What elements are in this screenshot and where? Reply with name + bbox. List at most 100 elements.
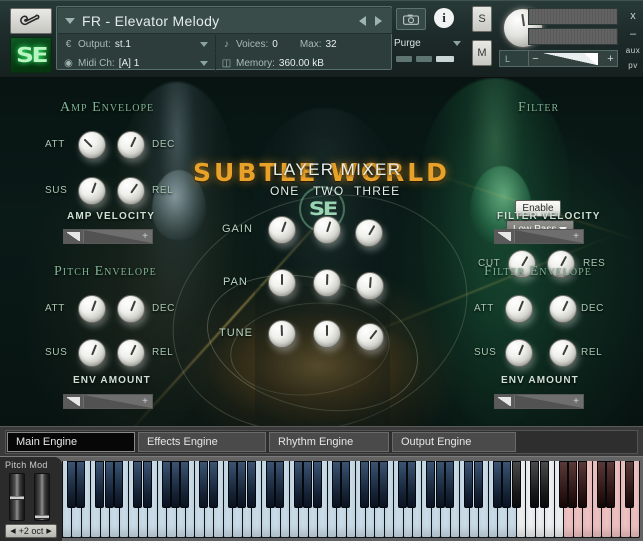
filter-velocity-track[interactable]: + [515,230,583,243]
amp-velocity-slider[interactable]: + [63,229,153,244]
mute-button[interactable]: M [472,40,492,66]
pitch-env-amount-slider[interactable]: + [63,394,153,409]
pitch-wheel[interactable] [9,473,25,521]
filter-velocity-slider[interactable]: + [494,229,584,244]
piano-black-key[interactable] [199,461,209,508]
piano-black-key[interactable] [539,461,549,508]
piano-black-key[interactable] [265,461,275,508]
instrument-name-row[interactable]: FR - Elevator Melody [58,8,392,34]
piano-black-key[interactable] [473,461,483,508]
piano-black-key[interactable] [445,461,455,508]
piano-black-key[interactable] [237,461,247,508]
pitch-env-amount-handle[interactable] [64,395,84,408]
midi-chevron-icon[interactable] [200,60,208,66]
amp-velocity-track[interactable]: + [84,230,152,243]
piano-black-key[interactable] [180,461,190,508]
piano-black-key[interactable] [331,461,341,508]
octave-prev-icon[interactable]: ◀ [10,527,15,535]
gain-knob-one[interactable] [268,216,296,244]
preset-nav[interactable] [359,15,382,26]
piano-black-key[interactable] [208,461,218,508]
octave-next-icon[interactable]: ▶ [46,527,51,535]
piano-black-key[interactable] [464,461,474,508]
tune-knob-one[interactable] [268,320,296,348]
piano-black-key[interactable] [246,461,256,508]
snapshot-camera-icon[interactable] [396,8,426,30]
piano-black-key[interactable] [558,461,568,508]
pan-knob-three[interactable] [356,272,384,300]
piano-black-key[interactable] [293,461,303,508]
filter-env-amount-slider[interactable]: + [494,394,584,409]
minimize-icon[interactable]: – [624,28,642,40]
piano-black-key[interactable] [66,461,76,508]
volume-handle[interactable] [585,53,598,65]
piano-black-key[interactable] [568,461,578,508]
filter-rel-knob[interactable] [549,339,577,367]
piano-black-key[interactable] [312,461,322,508]
solo-button[interactable]: S [472,6,492,32]
close-icon[interactable]: x [624,10,642,22]
wrench-icon[interactable] [10,8,52,34]
filter-sus-knob[interactable] [505,339,533,367]
piano-keybed[interactable] [62,461,640,538]
tab-effects-engine[interactable]: Effects Engine [138,432,266,452]
filter-dec-knob[interactable] [549,295,577,323]
mod-wheel[interactable] [34,473,50,521]
piano-black-key[interactable] [426,461,436,508]
tab-output-engine[interactable]: Output Engine [392,432,516,452]
piano-black-key[interactable] [596,461,606,508]
piano-black-key[interactable] [275,461,285,508]
piano-black-key[interactable] [435,461,445,508]
amp-dec-knob[interactable] [117,131,145,159]
pan-knob-one[interactable] [268,269,296,297]
piano-black-key[interactable] [161,461,171,508]
pv-button[interactable]: pv [624,61,642,70]
amp-att-knob[interactable] [78,131,106,159]
piano-black-key[interactable] [360,461,370,508]
gain-knob-two[interactable] [313,216,341,244]
chevron-down-icon[interactable] [65,17,75,24]
tune-knob-two[interactable] [313,320,341,348]
piano-black-key[interactable] [625,461,635,508]
piano-black-key[interactable] [142,461,152,508]
piano-black-key[interactable] [227,461,237,508]
filter-env-amount-track[interactable]: + [515,395,583,408]
volume-slider[interactable]: − + [528,50,618,67]
piano-black-key[interactable] [114,461,124,508]
piano-black-key[interactable] [492,461,502,508]
pitch-rel-knob[interactable] [117,339,145,367]
piano-black-key[interactable] [104,461,114,508]
piano-black-key[interactable] [606,461,616,508]
info-icon[interactable]: i [434,8,454,28]
tab-rhythm-engine[interactable]: Rhythm Engine [269,432,389,452]
tab-main-engine[interactable]: Main Engine [7,432,135,452]
piano-black-key[interactable] [398,461,408,508]
piano-black-key[interactable] [379,461,389,508]
prev-preset-icon[interactable] [359,15,366,26]
aux-button[interactable]: aux [624,46,642,55]
gain-knob-three[interactable] [355,219,383,247]
pitch-sus-knob[interactable] [78,339,106,367]
piano-black-key[interactable] [171,461,180,508]
filter-env-amount-handle[interactable] [495,395,515,408]
pitch-env-amount-track[interactable]: + [84,395,152,408]
tune-knob-three[interactable] [356,323,384,351]
output-cell[interactable]: € Output: st.1 [58,35,216,53]
volume-increase-icon[interactable]: + [604,53,617,65]
filter-att-knob[interactable] [505,295,533,323]
piano-black-key[interactable] [577,461,587,508]
pitch-att-knob[interactable] [78,295,106,323]
piano-black-key[interactable] [341,461,351,508]
next-preset-icon[interactable] [375,15,382,26]
octave-selector[interactable]: ◀ +2 oct ▶ [5,524,57,538]
piano-black-key[interactable] [502,461,512,508]
volume-decrease-icon[interactable]: − [529,53,542,65]
amp-velocity-handle[interactable] [64,230,84,243]
amp-sus-knob[interactable] [78,177,106,205]
pan-knob-two[interactable] [313,269,341,297]
piano-black-key[interactable] [369,461,379,508]
filter-velocity-handle[interactable] [495,230,515,243]
purge-chevron-icon[interactable] [453,40,461,46]
pitch-dec-knob[interactable] [117,295,145,323]
amp-rel-knob[interactable] [117,177,145,205]
